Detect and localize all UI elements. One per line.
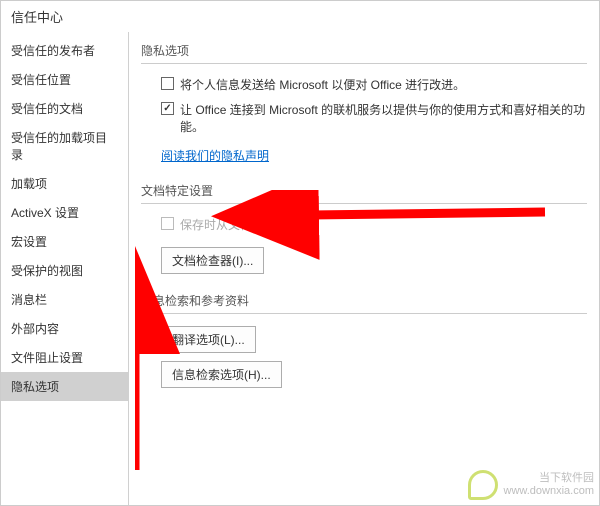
privacy-statement-link[interactable]: 阅读我们的隐私声明 [141,147,269,164]
translation-options-button[interactable]: 翻译选项(L)... [161,326,256,353]
sidebar-item-label: 受保护的视图 [11,264,83,278]
watermark-logo-icon [468,470,498,500]
sidebar-item-activex-settings[interactable]: ActiveX 设置 [1,198,128,227]
window-title: 信任中心 [1,1,599,32]
sidebar-item-label: 宏设置 [11,235,47,249]
sidebar-item-label: 文件阻止设置 [11,351,83,365]
checkbox-icon [161,77,174,90]
document-inspector-button[interactable]: 文档检查器(I)... [161,247,264,274]
checkbox-row-remove-properties: 保存时从文件属性中删 [141,216,587,233]
checkbox-row-send-info[interactable]: 将个人信息发送给 Microsoft 以便对 Office 进行改进。 [141,76,587,93]
checkbox-label: 让 Office 连接到 Microsoft 的联机服务以提供与你的使用方式和喜… [180,101,587,135]
section-title: 文档特定设置 [141,182,587,204]
sidebar-item-trusted-documents[interactable]: 受信任的文档 [1,94,128,123]
window-body: 受信任的发布者 受信任位置 受信任的文档 受信任的加载项目录 加载项 Activ… [1,32,599,505]
section-document-specific: 文档特定设置 保存时从文件属性中删 文档检查器(I)... [141,182,587,274]
sidebar-item-external-content[interactable]: 外部内容 [1,314,128,343]
sidebar-item-label: 受信任的文档 [11,102,83,116]
sidebar-item-file-block-settings[interactable]: 文件阻止设置 [1,343,128,372]
checkbox-label: 将个人信息发送给 Microsoft 以便对 Office 进行改进。 [180,76,465,93]
sidebar-item-label: 外部内容 [11,322,59,336]
checkbox-row-online-services[interactable]: 让 Office 连接到 Microsoft 的联机服务以提供与你的使用方式和喜… [141,101,587,135]
sidebar-item-trusted-addin-catalogs[interactable]: 受信任的加载项目录 [1,123,128,169]
section-title: 信息检索和参考资料 [141,292,587,314]
section-privacy-options: 隐私选项 将个人信息发送给 Microsoft 以便对 Office 进行改进。… [141,42,587,164]
checkbox-icon [161,102,174,115]
sidebar-item-label: 消息栏 [11,293,47,307]
watermark-text: 当下软件园 www.downxia.com [504,472,594,498]
section-research: 信息检索和参考资料 翻译选项(L)... 信息检索选项(H)... [141,292,587,388]
sidebar-item-label: 受信任的加载项目录 [11,131,107,162]
sidebar-item-label: 加载项 [11,177,47,191]
button-stack: 翻译选项(L)... 信息检索选项(H)... [141,326,587,388]
sidebar: 受信任的发布者 受信任位置 受信任的文档 受信任的加载项目录 加载项 Activ… [1,32,129,505]
sidebar-item-trusted-locations[interactable]: 受信任位置 [1,65,128,94]
watermark-url: www.downxia.com [504,485,594,498]
sidebar-item-label: 受信任位置 [11,73,71,87]
section-title: 隐私选项 [141,42,587,64]
sidebar-item-label: 隐私选项 [11,380,59,394]
main-panel: 隐私选项 将个人信息发送给 Microsoft 以便对 Office 进行改进。… [129,32,599,505]
trust-center-window: 信任中心 受信任的发布者 受信任位置 受信任的文档 受信任的加载项目录 加载项 … [0,0,600,506]
sidebar-item-privacy-options[interactable]: 隐私选项 [1,372,128,401]
sidebar-item-label: ActiveX 设置 [11,206,79,220]
research-options-button[interactable]: 信息检索选项(H)... [161,361,282,388]
sidebar-item-protected-view[interactable]: 受保护的视图 [1,256,128,285]
sidebar-item-trusted-publishers[interactable]: 受信任的发布者 [1,36,128,65]
watermark-name: 当下软件园 [504,472,594,485]
sidebar-item-macro-settings[interactable]: 宏设置 [1,227,128,256]
watermark: 当下软件园 www.downxia.com [468,470,594,500]
sidebar-item-label: 受信任的发布者 [11,44,95,58]
sidebar-item-message-bar[interactable]: 消息栏 [1,285,128,314]
sidebar-item-addins[interactable]: 加载项 [1,169,128,198]
checkbox-label: 保存时从文件属性中删 [180,216,300,233]
checkbox-icon [161,217,174,230]
